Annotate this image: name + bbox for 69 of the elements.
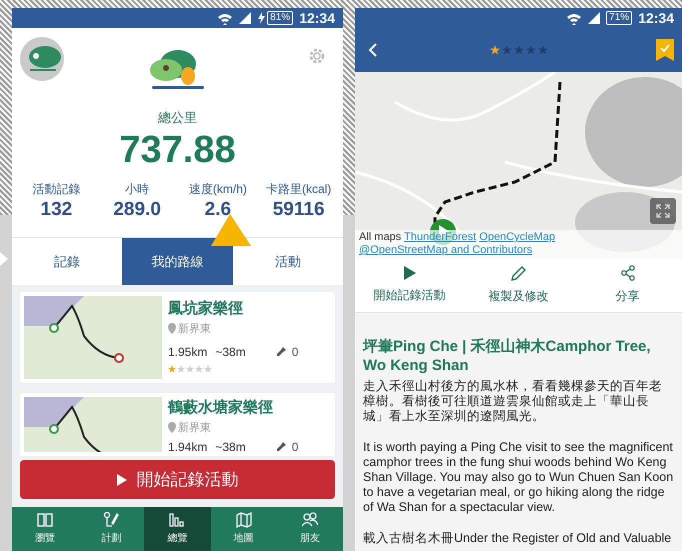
total-label: 總公里 bbox=[158, 109, 197, 127]
map-icon bbox=[236, 512, 252, 528]
star-icon bbox=[538, 45, 548, 55]
status-time: 12:34 bbox=[638, 8, 674, 28]
action-button[interactable]: 複製及修改 bbox=[464, 258, 573, 312]
nav-tab[interactable]: 總覽 bbox=[144, 507, 211, 551]
stat-label: 速度(km/h) bbox=[188, 180, 247, 198]
location-icon bbox=[168, 323, 176, 334]
attribution-link[interactable]: @OpenStreetMap and Contributors bbox=[359, 244, 532, 256]
signal-icon bbox=[588, 12, 600, 24]
start-recording-button[interactable]: 開始記錄活動 bbox=[20, 460, 335, 499]
pencil-icon bbox=[511, 266, 526, 280]
star-icon bbox=[526, 45, 536, 55]
map-attribution: All maps ThunderForest OpenCycleMap @OpenStreetMap and Contributors bbox=[355, 230, 682, 258]
article-paragraph: It is worth paying a Ping Che visit to see the magnificent camphor trees in the fung shui woods behind Wo Keng Shan Village. You may also go to Wun Chuen San Koon to have a vegetarian meal, or go hiking along the ridge of Wa Shan for a spectacular view. bbox=[363, 440, 674, 515]
settings-icon bbox=[307, 46, 327, 66]
expand-icon bbox=[656, 204, 670, 218]
stat-label: 小時 bbox=[125, 180, 150, 198]
signal-icon bbox=[239, 12, 252, 24]
star-icon bbox=[490, 45, 500, 55]
bar-chart-icon bbox=[169, 512, 186, 528]
route-elevation: ~38m bbox=[215, 344, 246, 361]
route-elevation: ~38m bbox=[215, 439, 246, 456]
stat-label: 卡路里(kcal) bbox=[266, 180, 332, 198]
route-card[interactable]: 鶴藪水塘家樂徑 新界東 1.94km ~38m 0 bbox=[20, 393, 335, 456]
wifi-icon bbox=[217, 12, 234, 24]
play-icon bbox=[404, 266, 416, 280]
status-time: 12:34 bbox=[299, 8, 335, 28]
route-name[interactable]: 鶴藪水塘家樂徑 bbox=[168, 397, 298, 420]
pin-count: 0 bbox=[292, 439, 298, 456]
stat-value: 289.0 bbox=[113, 198, 161, 222]
share-icon bbox=[620, 265, 634, 281]
back-icon bbox=[368, 43, 378, 57]
tab[interactable]: 我的路線 bbox=[122, 238, 233, 285]
fullscreen-button[interactable] bbox=[650, 198, 676, 224]
pin-icon bbox=[276, 347, 286, 357]
route-distance: 1.94km bbox=[168, 439, 208, 456]
action-button[interactable]: 分享 bbox=[573, 258, 682, 312]
stat-label: 活動記錄 bbox=[32, 180, 80, 198]
star-icon bbox=[502, 45, 512, 55]
route-region: 新界東 bbox=[178, 322, 211, 336]
article-paragraph: 載入古樹名木冊Under the Register of Old and Valuable bbox=[363, 531, 672, 546]
play-icon bbox=[116, 474, 126, 486]
stat-value: 59116 bbox=[272, 198, 325, 222]
book-icon bbox=[37, 512, 54, 528]
article-title: 坪輋Ping Che | 禾徑山神木Camphor Tree, Wo Keng Shan bbox=[363, 337, 652, 375]
pencil-icon bbox=[103, 512, 120, 528]
avatar-icon bbox=[20, 37, 64, 81]
article-paragraph: 走入禾徑山村後方的風水林，看看幾棵參天的百年老樟樹。看樹後可往順道遊雲泉仙館或走上「華山長城」看上水至深圳的遼闊風光。 bbox=[363, 379, 663, 424]
route-card[interactable]: 鳳坑家樂徑 新界東 1.95km ~38m 0 bbox=[20, 292, 335, 383]
battery-level: 81% bbox=[267, 11, 294, 25]
battery-level: 71% bbox=[606, 11, 632, 25]
wifi-icon bbox=[566, 12, 582, 24]
route-distance: 1.95km bbox=[168, 344, 208, 361]
pin-count: 0 bbox=[292, 344, 298, 361]
stat-value: 132 bbox=[40, 198, 72, 222]
location-icon bbox=[168, 422, 176, 434]
total-distance: 737.88 bbox=[119, 128, 236, 172]
star-icon bbox=[514, 45, 524, 55]
attribution-link[interactable]: ThunderForest bbox=[404, 231, 476, 243]
charging-icon bbox=[257, 12, 266, 24]
attribution-link[interactable]: OpenCycleMap bbox=[479, 231, 556, 243]
people-icon bbox=[302, 512, 318, 528]
arrow-icon bbox=[0, 252, 8, 266]
pin-icon bbox=[276, 442, 286, 452]
action-button[interactable]: 開始記錄活動 bbox=[355, 258, 464, 312]
route-region: 新界東 bbox=[178, 420, 211, 436]
route-name[interactable]: 鳳坑家樂徑 bbox=[168, 298, 298, 320]
stat-value: 2.6 bbox=[204, 198, 232, 222]
